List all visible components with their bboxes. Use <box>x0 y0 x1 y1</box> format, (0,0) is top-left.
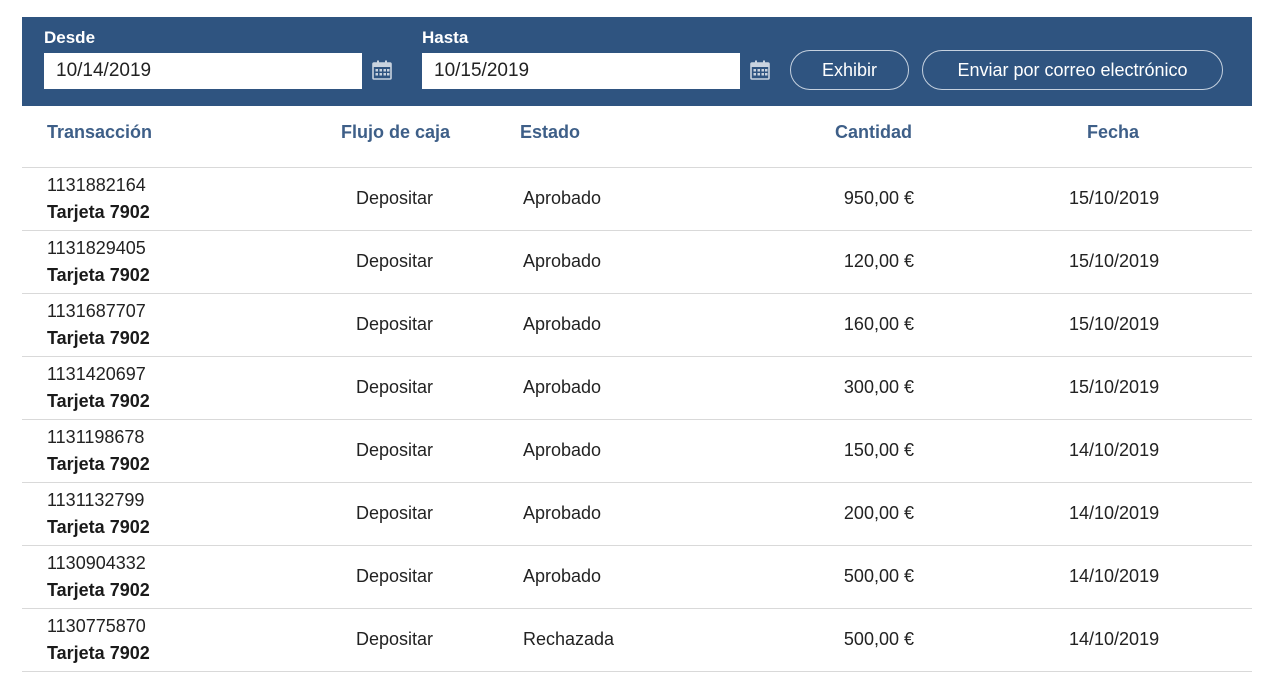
table-row[interactable]: 1131829405 Tarjeta 7902 Depositar Aproba… <box>22 231 1252 294</box>
transactions-table: 1131882164 Tarjeta 7902 Depositar Aproba… <box>22 168 1252 672</box>
transaction-id: 1130775870 <box>47 616 146 636</box>
table-row[interactable]: 1130904332 Tarjeta 7902 Depositar Aproba… <box>22 546 1252 609</box>
amount: 150,00 € <box>843 440 914 460</box>
amount: 300,00 € <box>843 377 914 397</box>
table-row[interactable]: 1131198678 Tarjeta 7902 Depositar Aproba… <box>22 420 1252 483</box>
column-header-transaction: Transacción <box>47 122 153 142</box>
status: Aprobado <box>523 188 602 208</box>
transaction-id: 1130904332 <box>47 553 146 573</box>
table-row[interactable]: 1131420697 Tarjeta 7902 Depositar Aproba… <box>22 357 1252 420</box>
from-date-input[interactable] <box>44 53 362 89</box>
transaction-id: 1131882164 <box>47 175 146 195</box>
status: Aprobado <box>523 314 602 334</box>
amount: 500,00 € <box>843 566 914 586</box>
status: Aprobado <box>523 440 602 460</box>
column-header-status: Estado <box>520 122 581 142</box>
transaction-id: 1131198678 <box>47 427 145 447</box>
date: 14/10/2019 <box>1069 629 1160 649</box>
table-row[interactable]: 1131882164 Tarjeta 7902 Depositar Aproba… <box>22 168 1252 231</box>
to-date-input[interactable] <box>422 53 740 89</box>
status: Aprobado <box>523 377 602 397</box>
table-row[interactable]: 1131132799 Tarjeta 7902 Depositar Aproba… <box>22 483 1252 546</box>
calendar-icon[interactable] <box>750 60 770 80</box>
amount: 500,00 € <box>843 629 914 649</box>
cash-flow: Depositar <box>356 314 434 334</box>
cash-flow: Depositar <box>356 629 434 649</box>
email-button[interactable]: Enviar por correo electrónico <box>922 50 1223 90</box>
cash-flow: Depositar <box>356 188 434 208</box>
column-header-amount: Cantidad <box>835 122 913 142</box>
cash-flow: Depositar <box>356 251 434 271</box>
amount: 950,00 € <box>843 188 914 208</box>
from-label: Desde <box>44 28 96 47</box>
card-label: Tarjeta 7902 <box>47 454 150 474</box>
date: 14/10/2019 <box>1069 503 1160 523</box>
date: 14/10/2019 <box>1069 566 1160 586</box>
show-button[interactable]: Exhibir <box>790 50 909 90</box>
date: 15/10/2019 <box>1069 251 1160 271</box>
status: Rechazada <box>523 629 615 649</box>
status: Aprobado <box>523 251 602 271</box>
card-label: Tarjeta 7902 <box>47 202 150 222</box>
filter-bar: Desde Hasta Exhibir Enviar por cor <box>22 17 1252 106</box>
card-label: Tarjeta 7902 <box>47 328 150 348</box>
to-label: Hasta <box>422 28 469 47</box>
calendar-icon[interactable] <box>372 60 392 80</box>
table-row[interactable]: 1130775870 Tarjeta 7902 Depositar Rechaz… <box>22 609 1252 672</box>
amount: 120,00 € <box>843 251 914 271</box>
transaction-id: 1131687707 <box>47 301 146 321</box>
date: 15/10/2019 <box>1069 314 1160 334</box>
cash-flow: Depositar <box>356 377 434 397</box>
column-header-cash-flow: Flujo de caja <box>341 122 451 142</box>
card-label: Tarjeta 7902 <box>47 580 150 600</box>
card-label: Tarjeta 7902 <box>47 265 150 285</box>
date: 15/10/2019 <box>1069 377 1160 397</box>
transaction-id: 1131132799 <box>47 490 145 510</box>
card-label: Tarjeta 7902 <box>47 517 150 537</box>
status: Aprobado <box>523 503 602 523</box>
date: 14/10/2019 <box>1069 440 1160 460</box>
card-label: Tarjeta 7902 <box>47 391 150 411</box>
date: 15/10/2019 <box>1069 188 1160 208</box>
cash-flow: Depositar <box>356 566 434 586</box>
amount: 160,00 € <box>843 314 914 334</box>
cash-flow: Depositar <box>356 503 434 523</box>
transaction-id: 1131420697 <box>47 364 146 384</box>
column-header-date: Fecha <box>1087 122 1140 142</box>
table-header: Transacción Flujo de caja Estado Cantida… <box>22 106 1252 168</box>
card-label: Tarjeta 7902 <box>47 643 150 663</box>
cash-flow: Depositar <box>356 440 434 460</box>
amount: 200,00 € <box>843 503 914 523</box>
table-row[interactable]: 1131687707 Tarjeta 7902 Depositar Aproba… <box>22 294 1252 357</box>
status: Aprobado <box>523 566 602 586</box>
transaction-id: 1131829405 <box>47 238 146 258</box>
